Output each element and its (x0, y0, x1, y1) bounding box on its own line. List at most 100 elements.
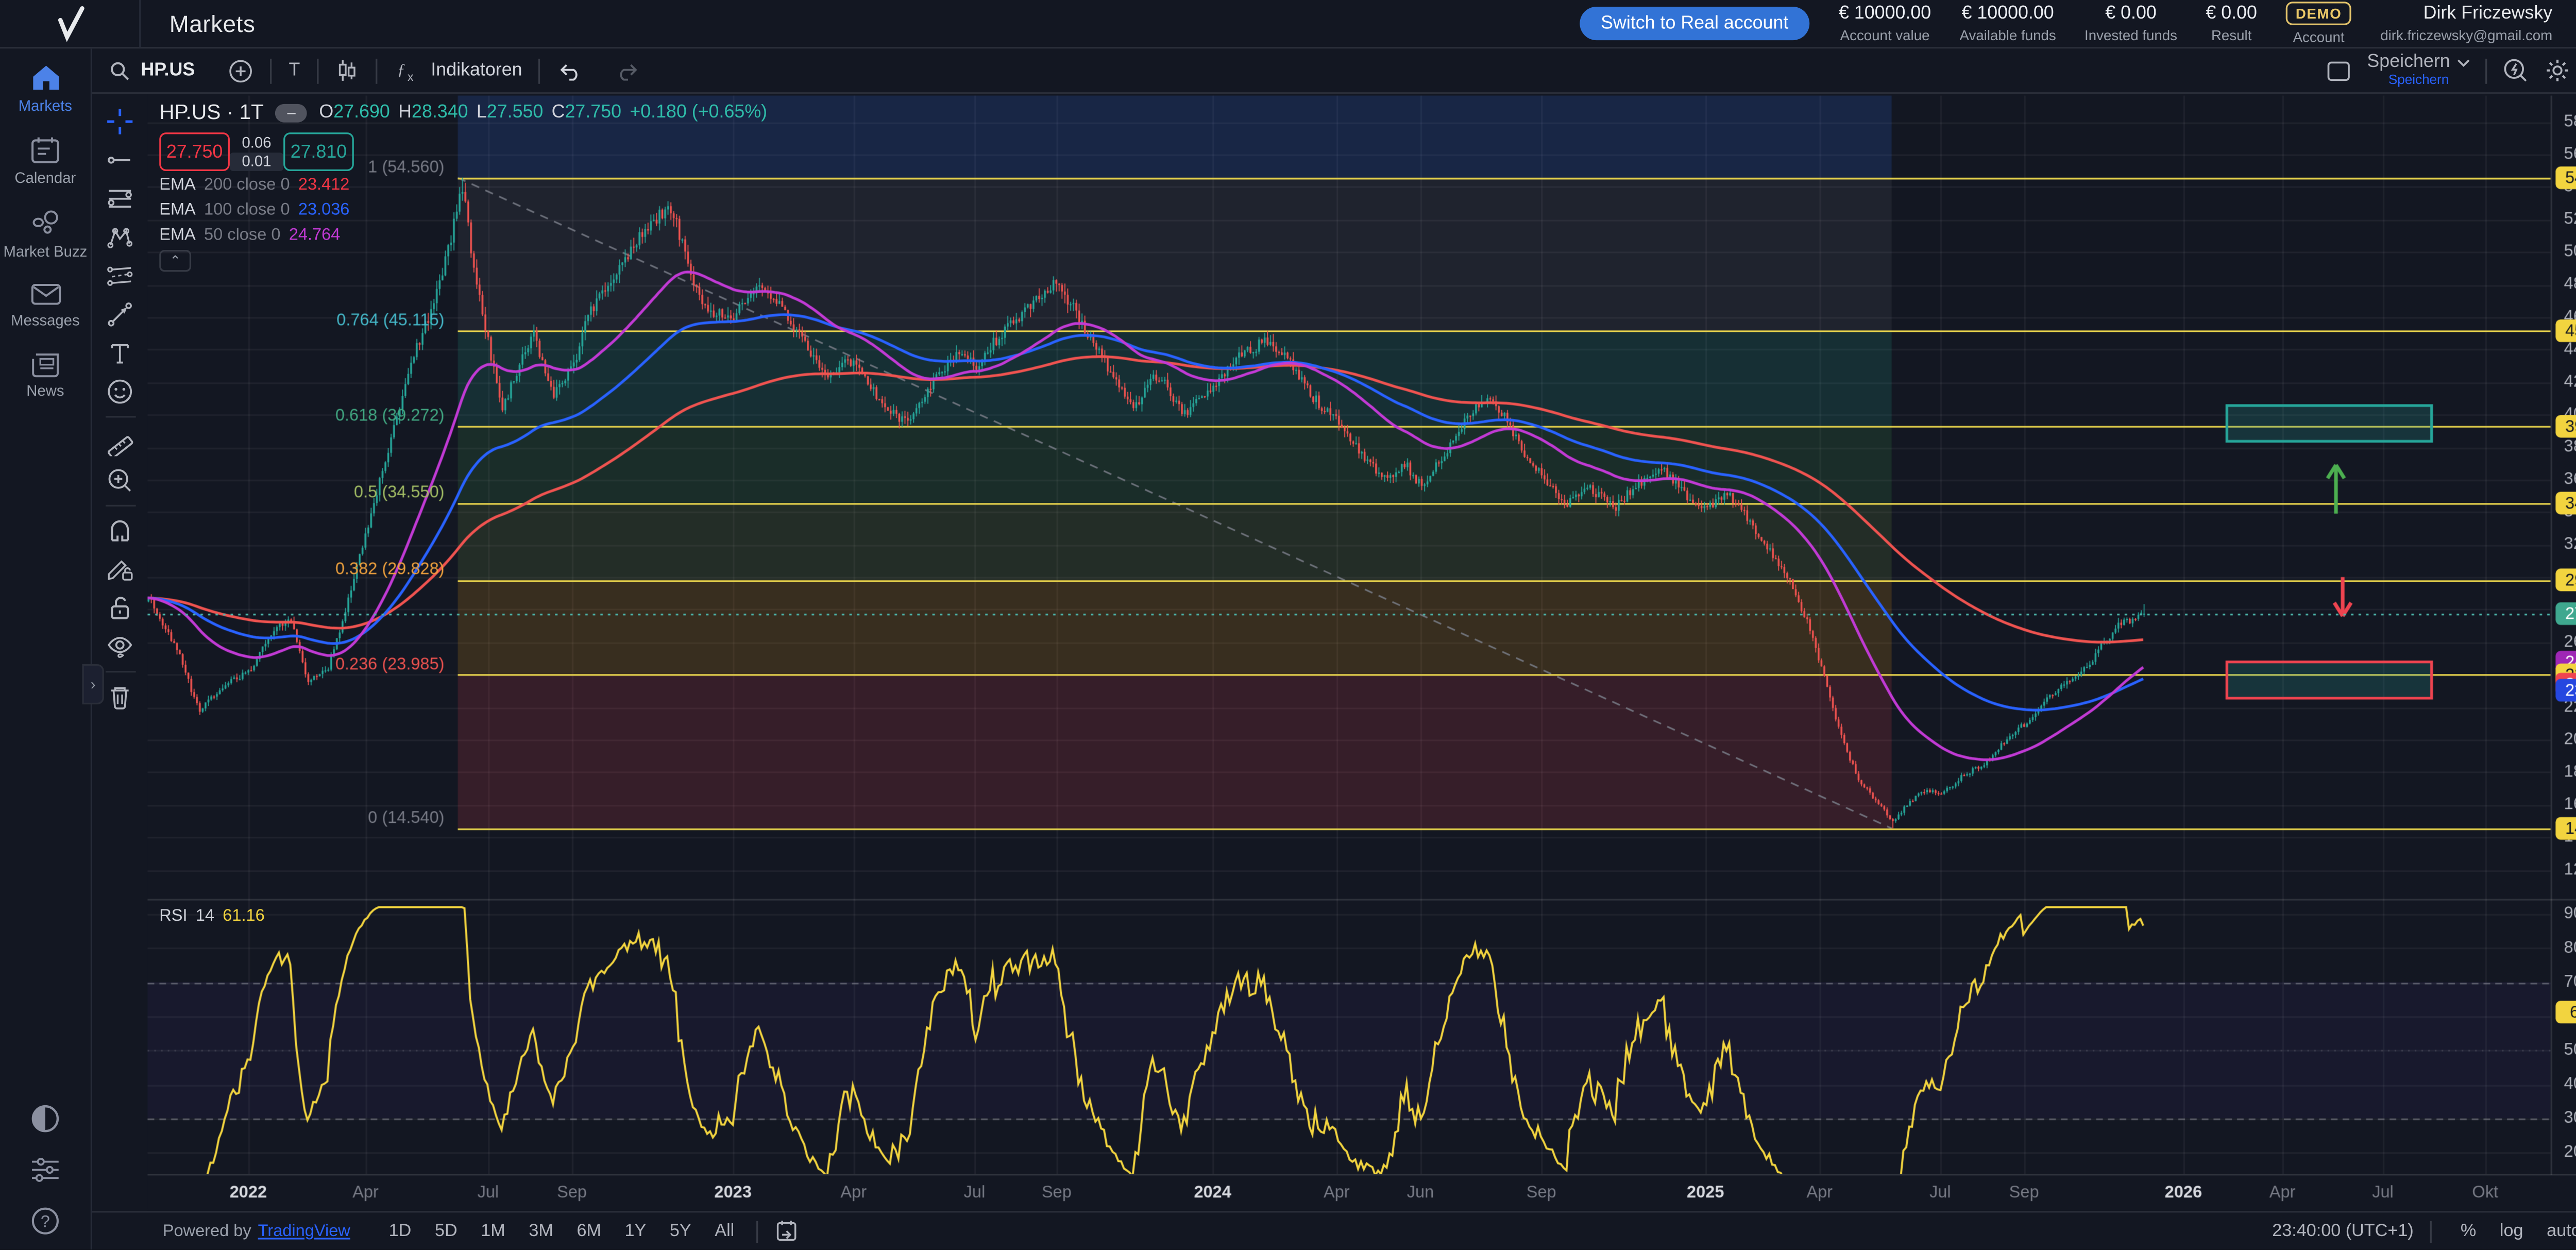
ema-200-value: 23.412 (298, 176, 350, 195)
percent-scale-button[interactable]: % (2449, 1221, 2488, 1241)
xabcd-pattern-icon (106, 223, 134, 251)
ruler-icon (106, 428, 134, 456)
sidebar-item-calendar[interactable]: Calendar (0, 137, 91, 188)
log-scale-button[interactable]: log (2488, 1221, 2535, 1241)
stat-available-funds: € 10000.00 Available funds (1960, 4, 2056, 44)
low-value: 27.550 (487, 103, 544, 123)
ema-200-legend[interactable]: EMA 200 close 0 23.412 (159, 176, 349, 195)
app-logo[interactable] (0, 0, 141, 47)
range-5d[interactable]: 5D (423, 1221, 469, 1241)
text-tool-icon (106, 339, 134, 367)
sidebar-label-news: News (26, 383, 64, 400)
user-email: dirk.friczewsky@gmail.com (2380, 27, 2552, 44)
legend-symbol-interval[interactable]: HP.US · 1T (159, 100, 264, 124)
chart-type-button[interactable] (318, 58, 376, 83)
remove-drawings-tool[interactable] (100, 678, 140, 716)
invested-funds: € 0.00 (2105, 4, 2157, 24)
symbol-name: HP.US (141, 60, 195, 80)
text-tool[interactable] (100, 334, 140, 373)
range-1d[interactable]: 1D (377, 1221, 423, 1241)
help-icon[interactable]: ? (30, 1207, 61, 1237)
zoom-in-tool[interactable] (100, 461, 140, 500)
redo-button[interactable] (599, 60, 658, 81)
interval-button[interactable]: T (272, 60, 317, 80)
arrow-marker-tool[interactable] (100, 295, 140, 334)
switch-to-real-account-button[interactable]: Switch to Real account (1579, 7, 1810, 40)
sidebar-label-calendar: Calendar (14, 170, 76, 188)
sidebar-item-news[interactable]: News (0, 351, 91, 401)
interval-label: T (289, 60, 300, 80)
svg-text:x: x (408, 69, 414, 82)
search-icon (109, 60, 131, 81)
save-label: Speichern (2367, 54, 2450, 72)
theme-toggle-icon[interactable] (30, 1104, 61, 1135)
range-5y[interactable]: 5Y (658, 1221, 703, 1241)
ruler-tool[interactable] (100, 423, 140, 461)
user-block[interactable]: Dirk Friczewsky dirk.friczewsky@gmail.co… (2380, 4, 2552, 44)
eye-hide-icon (106, 632, 134, 661)
save-layout-button[interactable]: Speichern Speichern (2367, 54, 2470, 87)
sidebar: Markets Calendar Market Buzz (0, 48, 92, 1250)
magnet-tool[interactable] (100, 512, 140, 550)
account-value: € 10000.00 (1839, 4, 1931, 24)
demo-badge: DEMO (2285, 2, 2352, 25)
emoji-icon (106, 377, 134, 406)
buzz-bubbles-icon (29, 209, 61, 238)
quick-search-icon[interactable] (2502, 57, 2529, 84)
result-value: € 0.00 (2206, 4, 2257, 24)
symbol-search-button[interactable]: HP.US (92, 60, 212, 81)
plus-circle-icon (228, 58, 253, 83)
preferences-sliders-icon[interactable] (30, 1158, 61, 1183)
checkmark-logo-icon (49, 4, 90, 44)
range-all[interactable]: All (703, 1221, 746, 1241)
sidebar-item-messages[interactable]: Messages (0, 282, 91, 329)
lock-open-icon (106, 594, 134, 622)
ema-50-legend[interactable]: EMA 50 close 0 24.764 (159, 226, 340, 245)
gear-icon[interactable] (2544, 57, 2571, 84)
sidebar-item-market-buzz[interactable]: Market Buzz (0, 209, 91, 260)
compare-add-symbol-button[interactable] (212, 58, 270, 83)
trend-line-tool[interactable] (100, 141, 140, 179)
indicators-button[interactable]: ƒ x Indikatoren (377, 58, 539, 83)
panel-expand-chevron[interactable]: › (82, 664, 104, 704)
range-1m[interactable]: 1M (469, 1221, 517, 1241)
ema-100-legend[interactable]: EMA 100 close 0 23.036 (159, 201, 349, 220)
sidebar-label-market-buzz: Market Buzz (3, 243, 87, 260)
emoji-tool[interactable] (100, 373, 140, 411)
chart-canvas[interactable] (147, 96, 2576, 1211)
trash-icon (106, 683, 134, 711)
projection-channel-tool[interactable] (100, 257, 140, 295)
drawing-toolbar (92, 94, 147, 1209)
powered-by: Powered by TradingView (92, 1222, 350, 1241)
pattern-xabcd-tool[interactable] (100, 218, 140, 257)
go-to-date-icon[interactable] (774, 1220, 798, 1243)
legend-collapse-button[interactable]: ⌃ (159, 250, 191, 272)
change-value: +0.180 (+0.65%) (630, 103, 767, 123)
tradingview-link[interactable]: TradingView (258, 1222, 350, 1241)
available-funds: € 10000.00 (1962, 4, 2054, 24)
redo-icon (616, 60, 641, 81)
close-value: 27.750 (565, 103, 622, 123)
sidebar-item-markets[interactable]: Markets (0, 64, 91, 115)
range-3m[interactable]: 3M (517, 1221, 565, 1241)
sell-button[interactable]: 27.750 (159, 132, 230, 171)
magnet-icon (106, 517, 134, 545)
auto-scale-button[interactable]: auto (2535, 1221, 2576, 1241)
drawing-mode-tool[interactable] (100, 550, 140, 589)
undo-button[interactable] (540, 60, 599, 81)
high-value: 28.340 (412, 103, 468, 123)
lock-all-tool[interactable] (100, 589, 140, 628)
rsi-legend[interactable]: RSI 14 61.16 (159, 907, 265, 926)
legend-hide-icon[interactable]: – (276, 103, 308, 122)
layout-select-icon[interactable] (2327, 60, 2352, 81)
fib-retracement-tool[interactable] (100, 179, 140, 218)
clock[interactable]: 23:40:00 (UTC+1) (2272, 1221, 2414, 1241)
trading-app: Markets Switch to Real account € 10000.0… (0, 0, 2576, 1250)
range-buttons: 1D 5D 1M 3M 6M 1Y 5Y All (377, 1221, 746, 1241)
hide-drawings-tool[interactable] (100, 627, 140, 666)
crosshair-tool[interactable] (100, 103, 140, 141)
range-6m[interactable]: 6M (565, 1221, 613, 1241)
buy-button[interactable]: 27.810 (283, 132, 354, 171)
trend-line-icon (106, 146, 134, 174)
range-1y[interactable]: 1Y (613, 1221, 658, 1241)
